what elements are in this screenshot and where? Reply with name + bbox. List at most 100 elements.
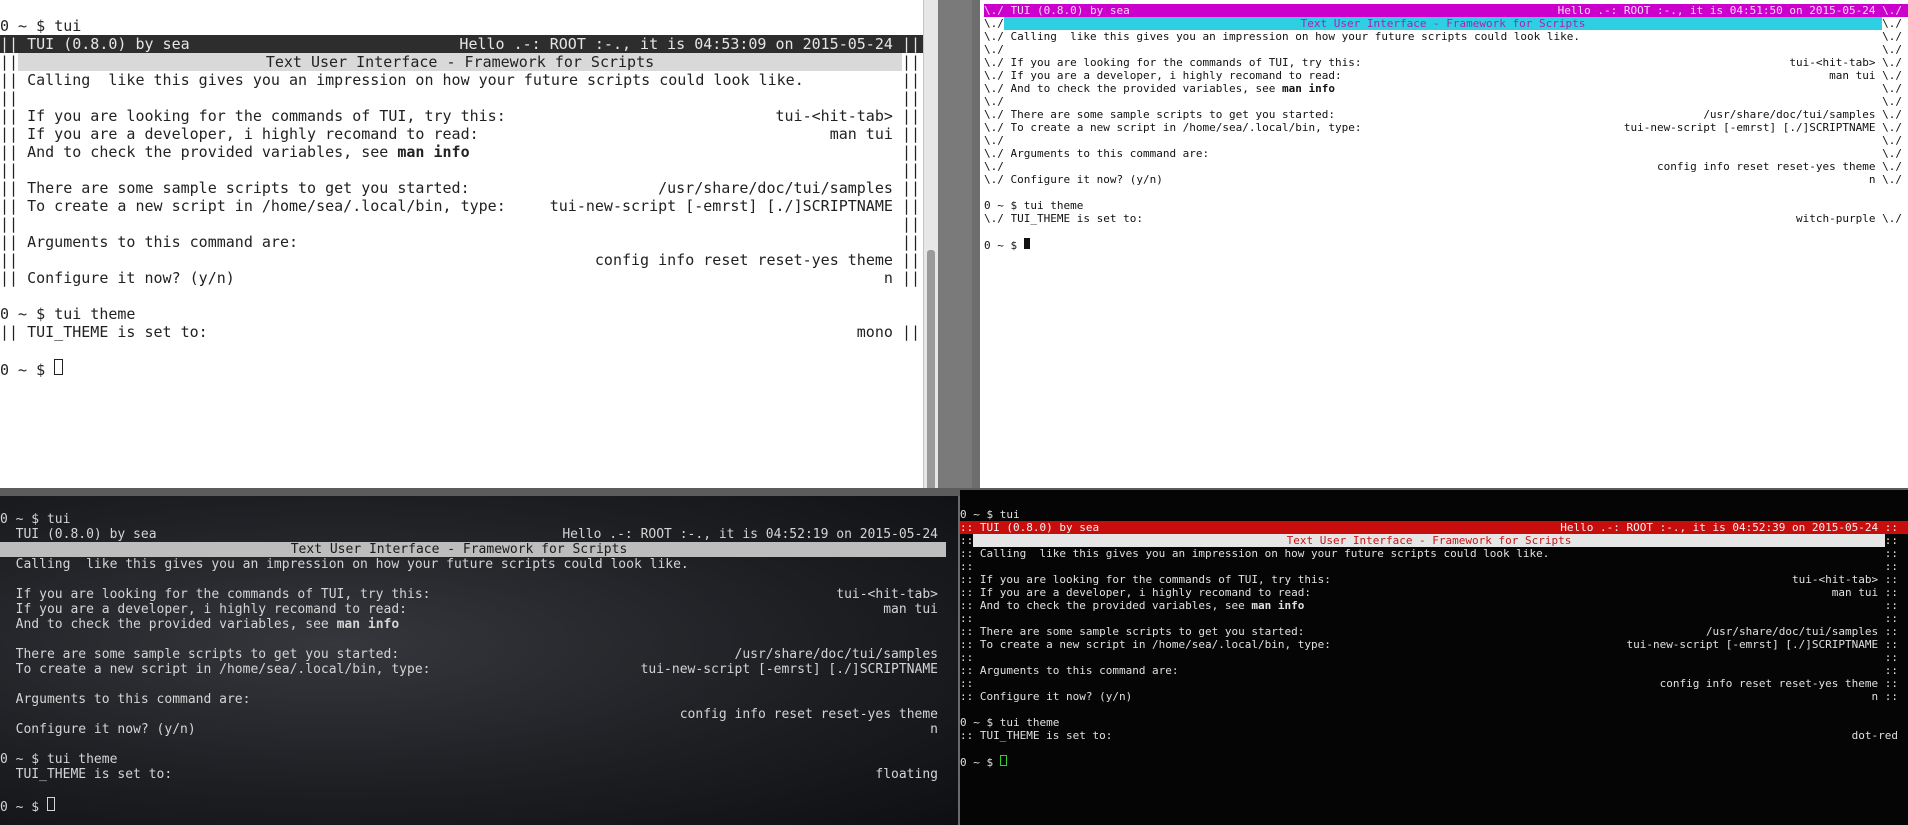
scrollbar[interactable] (923, 0, 938, 492)
terminal-pane-mono[interactable]: 0 ~ $ tui || TUI (0.8.0) by sea Hello .-:… (0, 0, 938, 492)
border-left: \./ (984, 173, 1004, 186)
prompt-line: 0 ~ $ tui (0, 512, 958, 527)
info-row: || TUI_THEME is set to: mono || (0, 323, 938, 341)
command-text: tui (46, 512, 71, 527)
info-row: :: There are some sample scripts to get … (960, 625, 1908, 638)
border-left: :: (960, 612, 974, 625)
border-left: || (0, 143, 19, 161)
scrollbar-thumb[interactable] (927, 250, 935, 490)
info-value: tui-new-script [-emrst] [./]SCRIPTNAME (1626, 638, 1879, 651)
info-label: Arguments to this command are: (15, 692, 251, 707)
calling-line: :: Calling like this gives you an impres… (960, 547, 1908, 560)
border-right: :: (1884, 599, 1898, 612)
border-left: || (0, 215, 19, 233)
scrollbar[interactable] (972, 0, 980, 488)
calling-line: || Calling like this gives you an impres… (0, 71, 938, 89)
border-right: \./ (1882, 82, 1902, 95)
info-label: To create a new script in /home/sea/.loc… (1010, 121, 1362, 134)
border-left: :: (960, 664, 974, 677)
tui-header-bar: || TUI (0.8.0) by sea Hello .-: ROOT :-.,… (0, 35, 938, 53)
theme-value: mono (856, 323, 893, 341)
active-prompt-line[interactable]: 0 ~ $ (0, 797, 958, 812)
info-row: \./ Arguments to this command are: \./ (984, 147, 1908, 160)
info-value: man tui (829, 125, 893, 143)
subtitle-bar: Text User Interface - Framework for Scri… (973, 534, 1885, 547)
prompt-line: 0 ~ $ tui (0, 17, 938, 35)
info-value: tui-new-script [-emrst] [./]SCRIPTNAME (640, 662, 938, 677)
info-row: \./ TUI_THEME is set to: witch-purple \./ (984, 212, 1908, 225)
blank-line: || || (0, 161, 938, 179)
border-left: || (0, 53, 19, 71)
text-cursor[interactable] (54, 359, 64, 375)
prompt: 0 ~ $ (0, 305, 55, 323)
info-value: /usr/share/doc/tui/samples (658, 179, 893, 197)
info-row: || Configure it now? (y/n) n || (0, 269, 938, 287)
text-cursor[interactable] (46, 797, 55, 811)
info-label: If you are looking for the commands of T… (15, 587, 431, 602)
border-left: :: (960, 586, 974, 599)
info-row: :: And to check the provided variables, … (960, 599, 1908, 612)
info-label: Configure it now? (y/n) (27, 269, 235, 287)
border-left: \./ (984, 147, 1004, 160)
info-label: To create a new script in /home/sea/.loc… (27, 197, 506, 215)
border-right: || (901, 53, 920, 71)
border-left: || (0, 161, 19, 179)
terminal-pane-witch-purple[interactable]: \./ TUI (0.8.0) by sea Hello .-: ROOT :-.… (972, 0, 1908, 488)
border-left: || (0, 251, 19, 269)
border-left: \./ (984, 160, 1004, 173)
info-value: tui-<hit-tab> (836, 587, 938, 602)
info-row: \./ If you are looking for the commands … (984, 56, 1908, 69)
tui-header-bar: TUI (0.8.0) by sea Hello .-: ROOT :-., it… (0, 527, 958, 542)
active-prompt-line[interactable]: 0 ~ $ (960, 755, 1908, 768)
terminal-pane-dot-red[interactable]: 0 ~ $ tui :: TUI (0.8.0) by sea Hello .-:… (960, 490, 1908, 825)
border-left: \./ (984, 95, 1004, 108)
subtitle-bar: Text User Interface - Framework for Scri… (18, 53, 902, 71)
info-label: TUI_THEME is set to: (979, 729, 1113, 742)
border-right: || (901, 269, 920, 287)
info-label: If you are a developer, i highly recoman… (1010, 69, 1342, 82)
info-row: || Arguments to this command are: || (0, 233, 938, 251)
info-value: tui-new-script [-emrst] [./]SCRIPTNAME (549, 197, 893, 215)
info-label: And to check the provided variables, see (979, 599, 1252, 612)
info-label: There are some sample scripts to get you… (979, 625, 1305, 638)
border-right: || (901, 233, 920, 251)
info-label: There are some sample scripts to get you… (1010, 108, 1336, 121)
info-row: \./ And to check the provided variables,… (984, 82, 1908, 95)
border-right: \./ (1882, 108, 1902, 121)
info-label: To create a new script in /home/sea/.loc… (979, 638, 1331, 651)
info-label: If you are a developer, i highly recoman… (979, 586, 1312, 599)
border-left: || (0, 71, 19, 89)
info-value: tui-<hit-tab> (775, 107, 893, 125)
info-row: :: If you are looking for the commands o… (960, 573, 1908, 586)
border-right: :: (1884, 651, 1898, 664)
active-prompt-line[interactable]: 0 ~ $ (0, 359, 938, 377)
active-prompt-line[interactable]: 0 ~ $ (984, 238, 1908, 251)
border-right: || (901, 143, 920, 161)
blank-line: || || (0, 215, 938, 233)
border-left: \./ (984, 17, 1004, 30)
prompt: 0 ~ $ (960, 508, 1000, 521)
text-cursor[interactable] (1023, 238, 1030, 249)
header-title: TUI (0.8.0) by sea (1010, 4, 1130, 17)
theme-value: floating (875, 767, 938, 782)
info-row: \./ If you are a developer, i highly rec… (984, 69, 1908, 82)
info-row: config info reset reset-yes theme (0, 707, 958, 722)
info-row: If you are a developer, i highly recoman… (0, 602, 958, 617)
info-label: TUI_THEME is set to: (1010, 212, 1143, 225)
info-value: tui-new-script [-emrst] [./]SCRIPTNAME (1623, 121, 1876, 134)
text-cursor[interactable] (999, 755, 1007, 766)
border-right: || (901, 161, 920, 179)
terminal-pane-floating[interactable]: 0 ~ $ tui TUI (0.8.0) by sea Hello .-: RO… (0, 496, 958, 825)
calling-line: Calling like this gives you an impressio… (0, 557, 958, 572)
tui-header-bar: :: TUI (0.8.0) by sea Hello .-: ROOT :-.,… (960, 521, 1908, 534)
border-left: \./ (984, 82, 1004, 95)
border-left: :: (960, 534, 974, 547)
border-left: :: (960, 651, 974, 664)
info-label: TUI_THEME is set to: (15, 767, 173, 782)
